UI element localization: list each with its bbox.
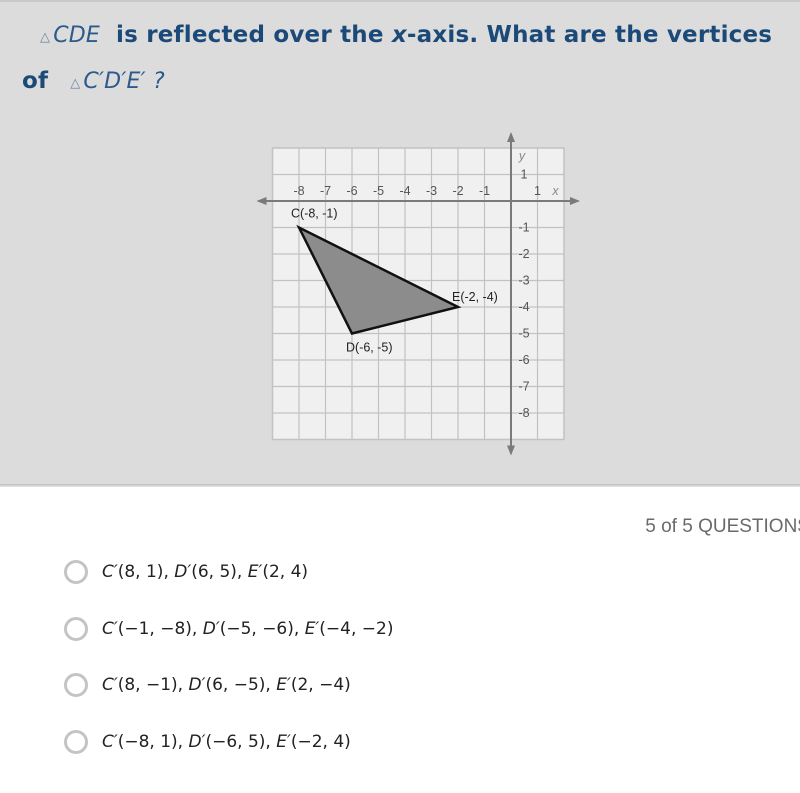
vertex-name: C′ xyxy=(102,562,118,582)
vertex-coords: (6, −5), xyxy=(205,675,277,695)
answer-choice-label: C′(−1, −8), D′(−5, −6), E′(−4, −2) xyxy=(102,619,394,639)
answer-choice[interactable]: C′(−1, −8), D′(−5, −6), E′(−4, −2) xyxy=(64,614,394,644)
vertex-name: E′ xyxy=(304,619,320,639)
vertex-coords: (−5, −6), xyxy=(219,619,305,639)
y-tick-label: 1 xyxy=(521,168,528,182)
vertex-coords: (8, 1), xyxy=(117,562,175,582)
vertex-name: D′ xyxy=(188,675,206,695)
x-tick-label: 1 xyxy=(534,184,541,198)
vertex-label-c: C(-8, -1) xyxy=(291,207,338,221)
y-tick-label: -8 xyxy=(518,406,529,420)
y-tick-label: -6 xyxy=(518,353,529,367)
question-panel: △ CDE is reflected over the x-axis. What a… xyxy=(0,0,800,487)
x-tick-label: -5 xyxy=(373,184,384,198)
y-tick-label: -2 xyxy=(518,247,529,261)
vertex-coords: (8, −1), xyxy=(117,675,189,695)
x-tick-label: -3 xyxy=(426,184,437,198)
y-axis-label: y xyxy=(518,149,526,163)
vertex-label-e: E(-2, -4) xyxy=(452,290,498,304)
y-tick-label: -4 xyxy=(518,300,529,314)
vertex-name: E′ xyxy=(276,732,291,752)
x-axis-arrow-left xyxy=(256,197,267,205)
vertex-coords: (2, −4) xyxy=(290,675,351,695)
vertex-name: C′ xyxy=(102,732,118,752)
answer-choice[interactable]: C′(8, 1), D′(6, 5), E′(2, 4) xyxy=(64,557,308,587)
vertex-coords: (−2, 4) xyxy=(290,732,351,752)
y-axis-arrow-down xyxy=(507,445,515,456)
answer-choice[interactable]: C′(8, −1), D′(6, −5), E′(2, −4) xyxy=(64,670,351,700)
x-tick-label: -6 xyxy=(346,184,357,198)
vertex-name: C′ xyxy=(102,675,118,695)
y-tick-label: -1 xyxy=(518,221,529,235)
answer-choice[interactable]: C′(−8, 1), D′(−6, 5), E′(−2, 4) xyxy=(64,727,351,757)
vertex-coords: (−6, 5), xyxy=(205,732,277,752)
vertex-name: E′ xyxy=(247,562,263,582)
coordinate-graph: -8 -7 -6 -5 -4 -3 -2 -1 11 -1 -2 -3 -4 -5 -6 -7 -8 x y C(-8… xyxy=(256,132,580,456)
answer-choice-label: C′(−8, 1), D′(−6, 5), E′(−2, 4) xyxy=(102,732,351,752)
radio-button[interactable] xyxy=(64,560,88,584)
vertex-coords: (−8, 1), xyxy=(117,732,189,752)
vertex-name: D′ xyxy=(202,619,220,639)
vertex-name: C′ xyxy=(102,619,118,639)
vertex-name: D′ xyxy=(188,732,206,752)
x-tick-label: -1 xyxy=(479,184,490,198)
x-tick-label: -4 xyxy=(399,184,410,198)
vertex-coords: (2, 4) xyxy=(262,562,309,582)
x-axis-label: x xyxy=(551,184,559,198)
y-tick-label: -3 xyxy=(518,274,529,288)
y-tick-label: -5 xyxy=(518,327,529,341)
vertex-coords: (−1, −8), xyxy=(117,619,203,639)
vertex-name: D′ xyxy=(174,562,192,582)
radio-button[interactable] xyxy=(64,673,88,697)
radio-button[interactable] xyxy=(64,730,88,754)
vertex-label-d: D(-6, -5) xyxy=(346,341,393,355)
vertex-coords: (−4, −2) xyxy=(319,619,394,639)
radio-button[interactable] xyxy=(64,617,88,641)
y-tick-label: -7 xyxy=(518,380,529,394)
question-progress: 5 of 5 QUESTIONS xyxy=(645,516,800,537)
y-axis-arrow-up xyxy=(507,132,515,142)
x-tick-label: -8 xyxy=(293,184,304,198)
answer-choice-label: C′(8, 1), D′(6, 5), E′(2, 4) xyxy=(102,562,308,582)
x-axis-arrow-right xyxy=(570,197,580,205)
x-tick-label: -7 xyxy=(320,184,331,198)
answer-choice-label: C′(8, −1), D′(6, −5), E′(2, −4) xyxy=(102,675,351,695)
vertex-name: E′ xyxy=(276,675,291,695)
x-tick-label: -2 xyxy=(452,184,463,198)
vertex-coords: (6, 5), xyxy=(191,562,248,582)
